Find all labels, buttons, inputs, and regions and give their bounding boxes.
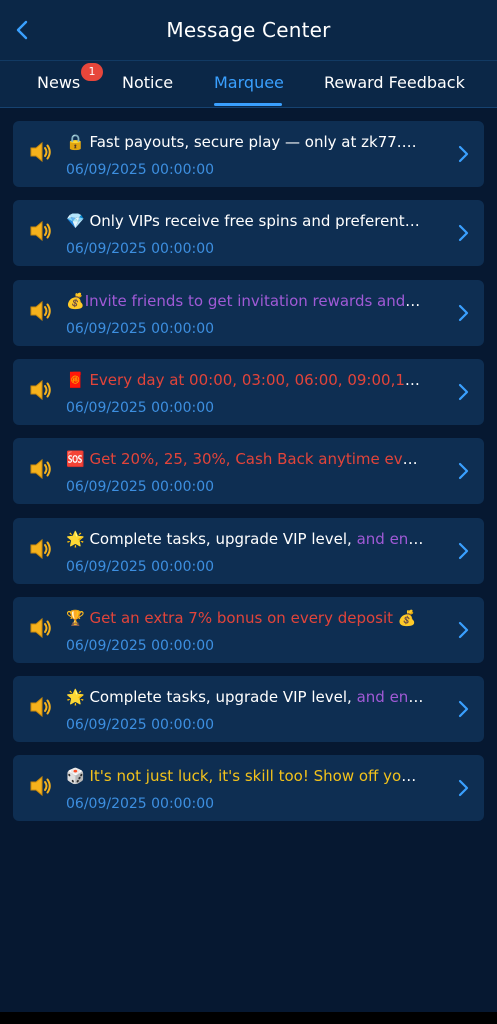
message-text-segment: … (401, 133, 417, 151)
message-emoji: 🔒 (66, 133, 85, 151)
message-emoji: 💰 (66, 291, 85, 310)
message-text: 💰Invite friends to get invitation reward… (66, 292, 424, 311)
message-emoji: 🌟 (66, 529, 85, 548)
message-text-segment: It's not just luck, it's skill too! Show… (84, 767, 411, 786)
system-nav-bar (0, 1012, 497, 1024)
tab-notice[interactable]: Notice (122, 73, 173, 92)
message-date: 06/09/2025 00:00:00 (66, 558, 215, 575)
message-text: 💎 Only VIPs receive free spins and prefe… (66, 212, 424, 231)
message-date: 06/09/2025 00:00:00 (66, 637, 215, 654)
message-text-segment: … (408, 529, 424, 548)
message-date: 06/09/2025 00:00:00 (66, 717, 215, 734)
message-emoji: 💎 (66, 212, 85, 231)
chevron-right-icon (458, 225, 469, 242)
message-date: 06/09/2025 00:00:00 (66, 320, 215, 337)
message-text: 🔒 Fast payouts, secure play — only at zk… (66, 133, 424, 152)
message-text-segment: 💰 (397, 608, 417, 627)
message-emoji: 🧧 (66, 370, 85, 389)
message-text-segment: Only VIPs receive free spins and prefere… (84, 212, 405, 231)
chevron-right-icon (458, 621, 469, 638)
chevron-right-icon (458, 304, 469, 321)
message-emoji: 🏆 (66, 608, 85, 627)
message-item[interactable]: 💰Invite friends to get invitation reward… (13, 279, 484, 346)
message-text-segment: and en (356, 688, 409, 707)
message-text-segment: Get an extra 7% bonus on every deposit (84, 608, 398, 627)
speaker-icon (30, 141, 51, 163)
message-text: 🎲 It's not just luck, it's skill too! Sh… (66, 767, 424, 786)
message-text-segment: Complete tasks, upgrade VIP level, (84, 688, 357, 707)
tab-marquee[interactable]: Marquee (214, 73, 284, 92)
message-emoji: 🌟 (66, 688, 85, 707)
message-text-segment: Get 20%, 25, 30%, Cash Back anytime ev (84, 450, 403, 469)
message-item[interactable]: 🌟 Complete tasks, upgrade VIP level, and… (13, 676, 484, 743)
speaker-icon (30, 300, 51, 321)
speaker-icon (30, 538, 51, 559)
speaker-icon (30, 617, 51, 638)
speaker-icon (30, 697, 51, 718)
message-text-segment: and en (356, 529, 409, 548)
message-text: 🧧 Every day at 00:00, 03:00, 06:00, 09:0… (66, 371, 424, 390)
chevron-right-icon (458, 383, 469, 400)
speaker-icon (30, 221, 51, 242)
message-text: 🏆 Get an extra 7% bonus on every deposit… (66, 609, 424, 628)
chevron-right-icon (458, 780, 469, 797)
message-text-segment: Every day at 00:00, 03:00, 06:00, 09:00,… (84, 370, 420, 389)
chevron-right-icon (458, 542, 469, 559)
message-item[interactable]: 🌟 Complete tasks, upgrade VIP level, and… (13, 517, 484, 584)
message-date: 06/09/2025 00:00:00 (66, 241, 215, 258)
message-date: 06/09/2025 00:00:00 (66, 479, 215, 496)
message-emoji: 🆘 (66, 450, 85, 469)
message-text-segment: … (404, 212, 420, 231)
message-emoji: 🎲 (66, 767, 85, 786)
active-tab-indicator (214, 103, 282, 106)
message-item[interactable]: 🆘 Get 20%, 25, 30%, Cash Back anytime ev… (13, 438, 484, 505)
message-item[interactable]: 🧧 Every day at 00:00, 03:00, 06:00, 09:0… (13, 358, 484, 425)
message-text-segment: Complete tasks, upgrade VIP level, (84, 529, 357, 548)
message-date: 06/09/2025 00:00:00 (66, 796, 215, 813)
message-item[interactable]: 🎲 It's not just luck, it's skill too! Sh… (13, 755, 484, 822)
chevron-right-icon (458, 145, 469, 163)
message-item[interactable]: 💎 Only VIPs receive free spins and prefe… (13, 200, 484, 267)
chevron-right-icon (458, 463, 469, 480)
tab-reward-feedback[interactable]: Reward Feedback (324, 73, 465, 92)
message-text: 🌟 Complete tasks, upgrade VIP level, and… (66, 688, 424, 707)
message-item[interactable]: 🔒 Fast payouts, secure play — only at zk… (13, 121, 484, 187)
message-text-segment: Fast payouts, secure play — only at zk77… (84, 133, 402, 151)
tab-bar: News 1 Notice Marquee Reward Feedback (0, 60, 497, 108)
message-text-segment: … (402, 450, 418, 469)
speaker-icon (30, 776, 51, 797)
message-date: 06/09/2025 00:00:00 (66, 162, 215, 178)
message-text-segment: Invite friends to get invitation rewards… (84, 291, 406, 310)
message-text: 🌟 Complete tasks, upgrade VIP level, and… (66, 530, 424, 549)
chevron-right-icon (458, 700, 469, 718)
speaker-icon (30, 459, 51, 480)
news-unread-badge: 1 (81, 63, 103, 81)
speaker-icon (30, 379, 51, 400)
message-text: 🆘 Get 20%, 25, 30%, Cash Back anytime ev… (66, 450, 424, 469)
message-date: 06/09/2025 00:00:00 (66, 399, 215, 416)
tab-news[interactable]: News (37, 73, 80, 92)
message-text-segment: … (419, 371, 424, 389)
page-title: Message Center (166, 18, 331, 42)
message-item[interactable]: 🏆 Get an extra 7% bonus on every deposit… (13, 596, 484, 663)
message-text-segment: … (408, 688, 424, 707)
header-bar: Message Center (0, 0, 497, 60)
